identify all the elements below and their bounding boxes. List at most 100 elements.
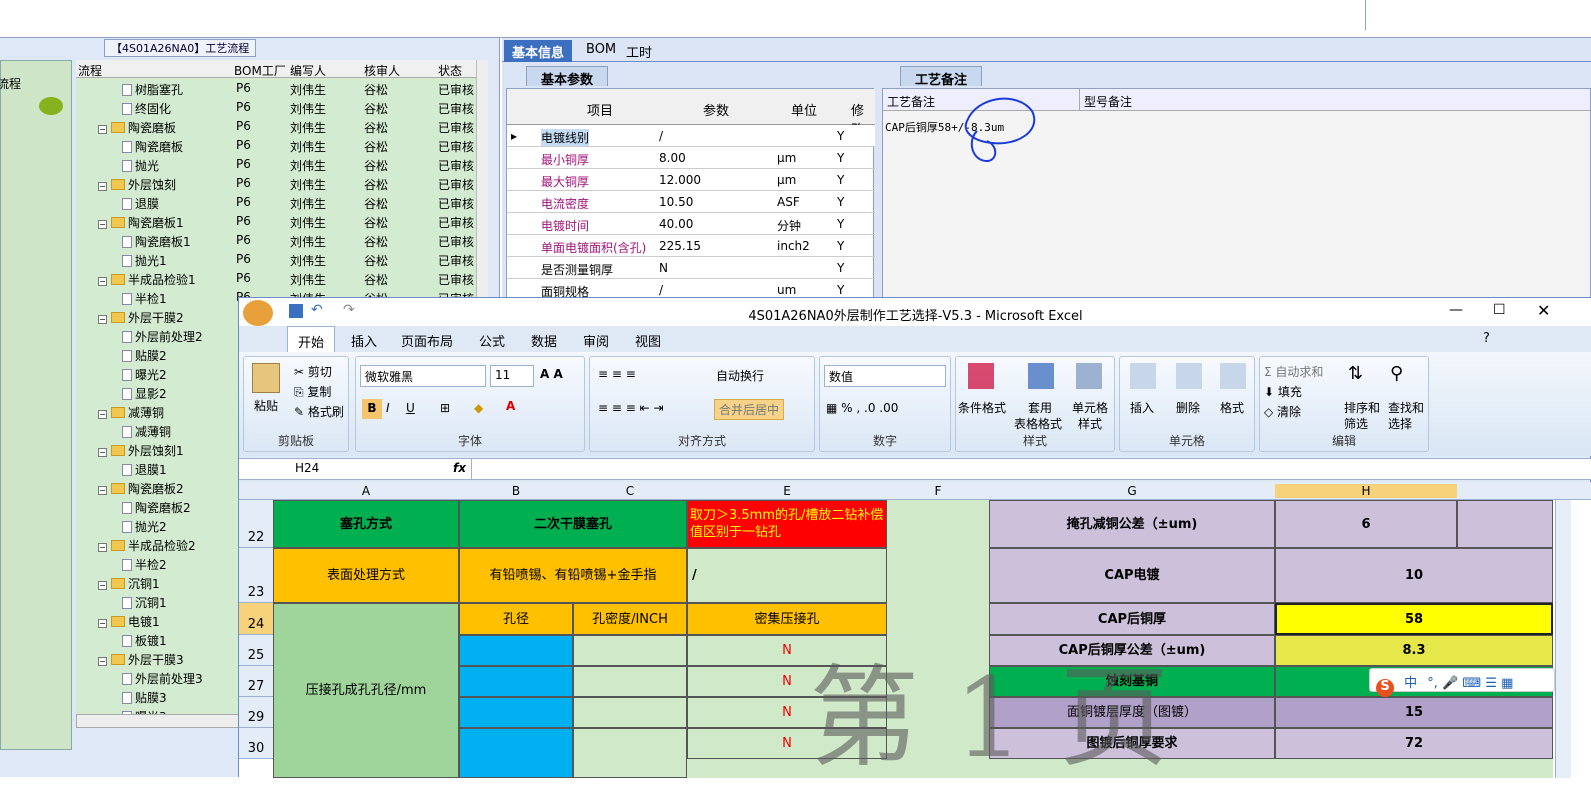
tree-node[interactable]: 陶瓷磨板 P6 刘伟生 谷松 已审核 bbox=[76, 135, 486, 154]
cell-g24[interactable]: CAP后铜厚 bbox=[989, 603, 1275, 635]
autosum-button[interactable]: Σ 自动求和 bbox=[1264, 363, 1323, 380]
align-left-icon[interactable]: ≡ ≡ ≡ ⇤ ⇥ bbox=[598, 401, 664, 415]
sort-filter-button-a[interactable]: 排序和 bbox=[1344, 399, 1380, 416]
param-row[interactable]: 电镀时间 40.00 分钟 Y bbox=[507, 213, 875, 235]
tab-view[interactable]: 视图 bbox=[635, 331, 661, 350]
cell-g23[interactable]: CAP电镀 bbox=[989, 548, 1275, 603]
cell-h29[interactable]: 15 bbox=[1275, 697, 1553, 728]
tab-process-remark[interactable]: 工艺备注 bbox=[900, 66, 983, 88]
worksheet[interactable]: 22 23 24 25 27 29 30 塞孔方式 二次干膜塞孔 取刀＞3.5m… bbox=[239, 500, 1591, 782]
align-top-icon[interactable]: ≡ ≡ ≡ bbox=[598, 367, 636, 381]
name-box[interactable]: H24 bbox=[243, 461, 393, 479]
col-h[interactable]: H bbox=[1275, 484, 1457, 498]
cell-g27[interactable]: 蚀刻基铜 bbox=[989, 666, 1275, 697]
cell-c25[interactable] bbox=[573, 635, 687, 666]
cut-button[interactable]: ✂ 剪切 bbox=[294, 363, 332, 380]
params-col-item[interactable]: 项目 bbox=[587, 100, 613, 119]
tree-node[interactable]: − 陶瓷磨板 P6 刘伟生 谷松 已审核 bbox=[76, 116, 486, 135]
cell-b25[interactable] bbox=[459, 635, 573, 666]
process-flow-tab[interactable]: 【4S01A26NA0】工艺流程 bbox=[104, 39, 257, 57]
fill-button[interactable]: ⬇ 填充 bbox=[1264, 383, 1302, 400]
table-format-button-b[interactable]: 表格格式 bbox=[1014, 415, 1062, 432]
cell-b30[interactable] bbox=[459, 728, 573, 778]
cell-e24[interactable]: 密集压接孔 bbox=[687, 603, 887, 635]
param-row[interactable]: 最小铜厚 8.00 μm Y bbox=[507, 147, 875, 169]
tree-node[interactable]: − 外层蚀刻 P6 刘伟生 谷松 已审核 bbox=[76, 173, 486, 192]
cell-g22[interactable]: 掩孔减铜公差（±um) bbox=[989, 500, 1275, 548]
collapse-icon[interactable]: − bbox=[98, 448, 107, 457]
collapse-icon[interactable]: − bbox=[98, 619, 107, 628]
sort-filter-button-b[interactable]: 筛选 bbox=[1344, 415, 1368, 432]
param-row[interactable]: ▸ 电镀线别 / Y bbox=[507, 125, 875, 147]
insert-cells-button[interactable]: 插入 bbox=[1130, 399, 1154, 416]
cell-e25[interactable]: N bbox=[687, 635, 887, 666]
fill-color-icon[interactable]: ◆ bbox=[474, 401, 483, 415]
sheet-vertical-scrollbar[interactable] bbox=[1555, 500, 1571, 778]
col-b[interactable]: B bbox=[459, 484, 573, 498]
font-name-select[interactable]: 微软雅黑 bbox=[360, 365, 486, 387]
collapse-icon[interactable]: − bbox=[98, 315, 107, 324]
format-cells-button[interactable]: 格式 bbox=[1220, 399, 1244, 416]
tree-node[interactable]: 终固化 P6 刘伟生 谷松 已审核 bbox=[76, 97, 486, 116]
tree-node[interactable]: 抛光1 P6 刘伟生 谷松 已审核 bbox=[76, 249, 486, 268]
formula-input[interactable] bbox=[471, 459, 1571, 479]
cell-a23[interactable]: 表面处理方式 bbox=[273, 548, 459, 603]
cell-h25[interactable]: 8.3 bbox=[1275, 635, 1553, 666]
cell-e29[interactable]: N bbox=[687, 697, 887, 728]
merge-center-button[interactable]: 合并后居中 bbox=[714, 399, 785, 420]
ime-toolbar[interactable]: S 中 °, 🎤 ⌨ ☰ ▦ bbox=[1369, 668, 1555, 697]
tree-node[interactable]: 陶瓷磨板1 P6 刘伟生 谷松 已审核 bbox=[76, 230, 486, 249]
chat-bubble-icon[interactable] bbox=[39, 97, 63, 115]
maximize-icon[interactable]: ☐ bbox=[1493, 302, 1506, 318]
col-writer[interactable]: 编写人 bbox=[290, 62, 326, 79]
tree-node[interactable]: − 陶瓷磨板1 P6 刘伟生 谷松 已审核 bbox=[76, 211, 486, 230]
collapse-icon[interactable]: − bbox=[98, 657, 107, 666]
tab-hours[interactable]: 工时 bbox=[618, 40, 660, 62]
param-row[interactable]: 是否测量铜厚 N Y bbox=[507, 257, 875, 279]
ime-lang[interactable]: 中 bbox=[1404, 676, 1417, 691]
cell-b29[interactable] bbox=[459, 697, 573, 728]
col-c[interactable]: C bbox=[573, 484, 687, 498]
row-27[interactable]: 27 bbox=[239, 666, 273, 697]
cell-a22[interactable]: 塞孔方式 bbox=[273, 500, 459, 548]
help-icon[interactable]: ? bbox=[1483, 331, 1490, 346]
cell-c29[interactable] bbox=[573, 697, 687, 728]
tree-node[interactable]: 抛光 P6 刘伟生 谷松 已审核 bbox=[76, 154, 486, 173]
collapse-icon[interactable]: − bbox=[98, 220, 107, 229]
row-24[interactable]: 24 bbox=[239, 603, 273, 635]
border-icon[interactable]: ⊞ bbox=[440, 401, 450, 415]
fx-icon[interactable]: fx bbox=[453, 461, 466, 475]
tab-home[interactable]: 开始 bbox=[287, 326, 336, 352]
param-row[interactable]: 最大铜厚 12.000 μm Y bbox=[507, 169, 875, 191]
cell-style-button-a[interactable]: 单元格 bbox=[1072, 399, 1108, 416]
col-g[interactable]: G bbox=[989, 484, 1275, 498]
col-flow[interactable]: 流程 bbox=[78, 62, 102, 79]
collapse-icon[interactable]: − bbox=[98, 581, 107, 590]
row-25[interactable]: 25 bbox=[239, 635, 273, 666]
find-select-button-a[interactable]: 查找和 bbox=[1388, 399, 1424, 416]
cell-g29[interactable]: 面铜镀层厚度（图镀） bbox=[989, 697, 1275, 728]
cell-i22[interactable] bbox=[1457, 500, 1553, 548]
params-col-unit[interactable]: 单位 bbox=[791, 100, 817, 119]
top-field[interactable] bbox=[0, 0, 1366, 30]
close-icon[interactable]: ✕ bbox=[1537, 301, 1550, 320]
cell-h24[interactable]: 58 bbox=[1275, 603, 1553, 635]
cell-h22[interactable]: 6 bbox=[1275, 500, 1457, 548]
cell-h23[interactable]: 10 bbox=[1275, 548, 1553, 603]
row-23[interactable]: 23 bbox=[239, 548, 273, 603]
paste-icon[interactable] bbox=[252, 363, 280, 393]
tab-page-layout[interactable]: 页面布局 bbox=[401, 331, 453, 350]
cell-bc22[interactable]: 二次干膜塞孔 bbox=[459, 500, 687, 548]
tab-review[interactable]: 审阅 bbox=[583, 331, 609, 350]
row-22[interactable]: 22 bbox=[239, 500, 273, 548]
col-f[interactable]: F bbox=[887, 484, 989, 498]
collapse-icon[interactable]: − bbox=[98, 410, 107, 419]
cell-c27[interactable] bbox=[573, 666, 687, 697]
format-painter-button[interactable]: ✎ 格式刷 bbox=[294, 403, 344, 420]
collapse-icon[interactable]: − bbox=[98, 125, 107, 134]
copy-button[interactable]: ⎘ 复制 bbox=[294, 383, 331, 400]
params-col-value[interactable]: 参数 bbox=[703, 100, 729, 119]
percent-icon[interactable]: ▦ % , .0 .00 bbox=[826, 401, 898, 415]
paste-button[interactable]: 粘贴 bbox=[254, 397, 278, 414]
tab-basic-params[interactable]: 基本参数 bbox=[526, 66, 609, 88]
